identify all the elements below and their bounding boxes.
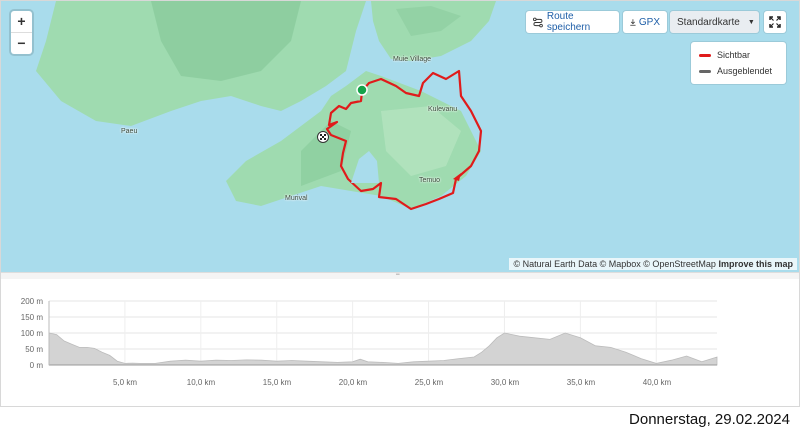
x-tick-label: 25,0 km [414,378,444,387]
gpx-label: GPX [638,16,660,28]
save-route-button[interactable]: Route speichern [526,11,619,33]
place-label: Murival [285,195,308,202]
fullscreen-icon [769,16,781,28]
legend-swatch [699,69,711,73]
legend-label: Ausgeblendet [717,66,773,76]
route-viewer: Muie Village Kulevanu Paeu Temuo Murival… [0,0,800,407]
map[interactable]: Muie Village Kulevanu Paeu Temuo Murival… [1,1,799,272]
elevation-profile: 200 m 150 m 100 m 50 m 0 m 5,0 km 10,0 k… [1,279,799,406]
zoom-control: + − [11,11,32,54]
map-style-select[interactable]: Standardkarte ▼ [670,11,759,33]
x-tick-label: 20,0 km [338,378,368,387]
legend-label: Sichtbar [717,50,751,60]
map-attribution: © Natural Earth Data © Mapbox © OpenStre… [509,258,797,270]
fullscreen-button[interactable] [764,11,786,33]
map-canvas [36,1,496,211]
route-icon [533,17,543,27]
zoom-out-button[interactable]: − [11,32,32,54]
date-caption: Donnerstag, 29.02.2024 [629,411,790,428]
x-tick-label: 15,0 km [262,378,292,387]
elevation-chart[interactable] [1,279,799,379]
place-label: Kulevanu [428,106,458,113]
save-route-label: Route speichern [546,11,591,33]
chevron-down-icon: ▼ [747,18,755,26]
place-label: Temuo [419,177,441,184]
x-tick-label: 30,0 km [490,378,520,387]
attribution-text[interactable]: © Natural Earth Data © Mapbox © OpenStre… [513,259,716,269]
download-icon [630,18,636,26]
x-tick-label: 5,0 km [112,378,137,387]
improve-map-link[interactable]: Improve this map [718,259,793,269]
place-label: Muie Village [393,56,432,63]
legend-item-visible[interactable]: Sichtbar [699,50,750,60]
x-tick-label: 40,0 km [642,378,672,387]
place-label: Paeu [121,128,138,135]
gpx-button[interactable]: GPX [623,11,667,33]
x-tick-label: 10,0 km [186,378,216,387]
legend-swatch [699,53,711,57]
x-tick-label: 35,0 km [566,378,596,387]
zoom-in-button[interactable]: + [11,11,32,32]
route-legend: Sichtbar Ausgeblendet [691,42,786,84]
map-style-label: Standardkarte [677,16,740,28]
legend-item-hidden[interactable]: Ausgeblendet [699,66,772,76]
